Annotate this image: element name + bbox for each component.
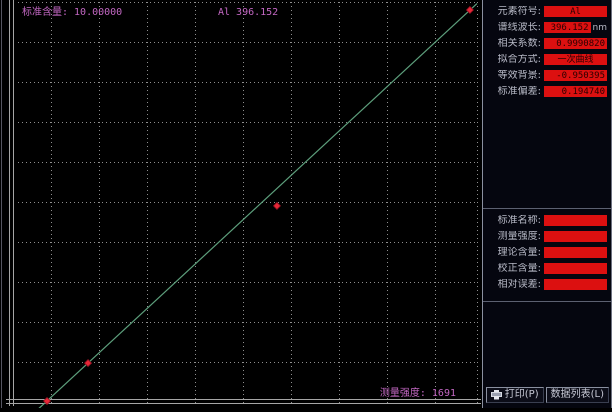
print-button[interactable]: 打印(P) <box>486 387 544 403</box>
relative-error-label: 相对误差: <box>486 279 541 290</box>
fit-method-row: 拟合方式:一次曲线 <box>486 54 607 65</box>
data-list-button-label: 数据列表(L) <box>551 388 604 402</box>
data-point[interactable] <box>273 202 280 209</box>
element-symbol-row: 元素符号:Al <box>486 6 607 17</box>
standard-deviation-field: 0.194740 <box>544 86 607 97</box>
print-button-label: 打印(P) <box>505 388 539 402</box>
theoretical-content-field <box>544 247 607 258</box>
relative-error-row: 相对误差: <box>486 279 607 290</box>
line-info-section: 元素符号:Al谱线波长:396.152nm相关系数:0.9990820拟合方式:… <box>486 6 607 102</box>
standard-name-row: 标准名称: <box>486 215 607 226</box>
calibration-fit-line <box>18 4 477 408</box>
fit-method-field: 一次曲线 <box>544 54 607 65</box>
y-axis-max-label: 标准含量: 10.00000 <box>22 5 122 18</box>
calibration-chart: 标准含量: 10.00000 Al 396.152 测量强度: 1691 <box>0 0 482 408</box>
data-list-button[interactable]: 数据列表(L) <box>546 387 609 403</box>
chart-grid <box>18 2 478 403</box>
info-panel: 元素符号:Al谱线波长:396.152nm相关系数:0.9990820拟合方式:… <box>482 0 612 408</box>
element-symbol-label: 元素符号: <box>486 6 541 17</box>
correlation-coefficient-field: 0.9990820 <box>544 38 607 49</box>
line-wavelength-unit: nm <box>593 23 607 33</box>
standard-deviation-label: 标准偏差: <box>486 86 541 97</box>
printer-icon <box>491 390 502 400</box>
standard-name-label: 标准名称: <box>486 215 541 226</box>
correlation-coefficient-row: 相关系数:0.9990820 <box>486 38 607 49</box>
chart-title: Al 396.152 <box>218 7 278 18</box>
line-wavelength-row: 谱线波长:396.152nm <box>486 22 607 33</box>
x-axis-max-label: 测量强度: 1691 <box>380 386 456 399</box>
line-wavelength-label: 谱线波长: <box>486 22 541 33</box>
theoretical-content-row: 理论含量: <box>486 247 607 258</box>
measured-intensity-field <box>544 231 607 242</box>
equivalent-background-label: 等效背景: <box>486 70 541 81</box>
line-wavelength-field: 396.152 <box>544 22 591 33</box>
corrected-content-field <box>544 263 607 274</box>
chart-axes <box>2 0 482 408</box>
sample-info-section: 标准名称: 测量强度: 理论含量: 校正含量: 相对误差: <box>483 208 611 302</box>
correlation-coefficient-label: 相关系数: <box>486 38 541 49</box>
relative-error-field <box>544 279 607 290</box>
equivalent-background-field: -0.950395 <box>544 70 607 81</box>
theoretical-content-label: 理论含量: <box>486 247 541 258</box>
standard-name-field <box>544 215 607 226</box>
equivalent-background-row: 等效背景:-0.950395 <box>486 70 607 81</box>
corrected-content-row: 校正含量: <box>486 263 607 274</box>
calibration-curve-window: { "chart_data": { "type": "scatter", "ti… <box>0 0 612 408</box>
element-symbol-field: Al <box>544 6 607 17</box>
standard-deviation-row: 标准偏差:0.194740 <box>486 86 607 97</box>
measured-intensity-label: 测量强度: <box>486 231 541 242</box>
measured-intensity-row: 测量强度: <box>486 231 607 242</box>
calibration-curve-chart: 标准含量: 10.00000 Al 396.152 测量强度: 1691 <box>0 0 482 408</box>
corrected-content-label: 校正含量: <box>486 263 541 274</box>
fit-method-label: 拟合方式: <box>486 54 541 65</box>
panel-buttons: 打印(P) 数据列表(L) <box>486 387 609 403</box>
